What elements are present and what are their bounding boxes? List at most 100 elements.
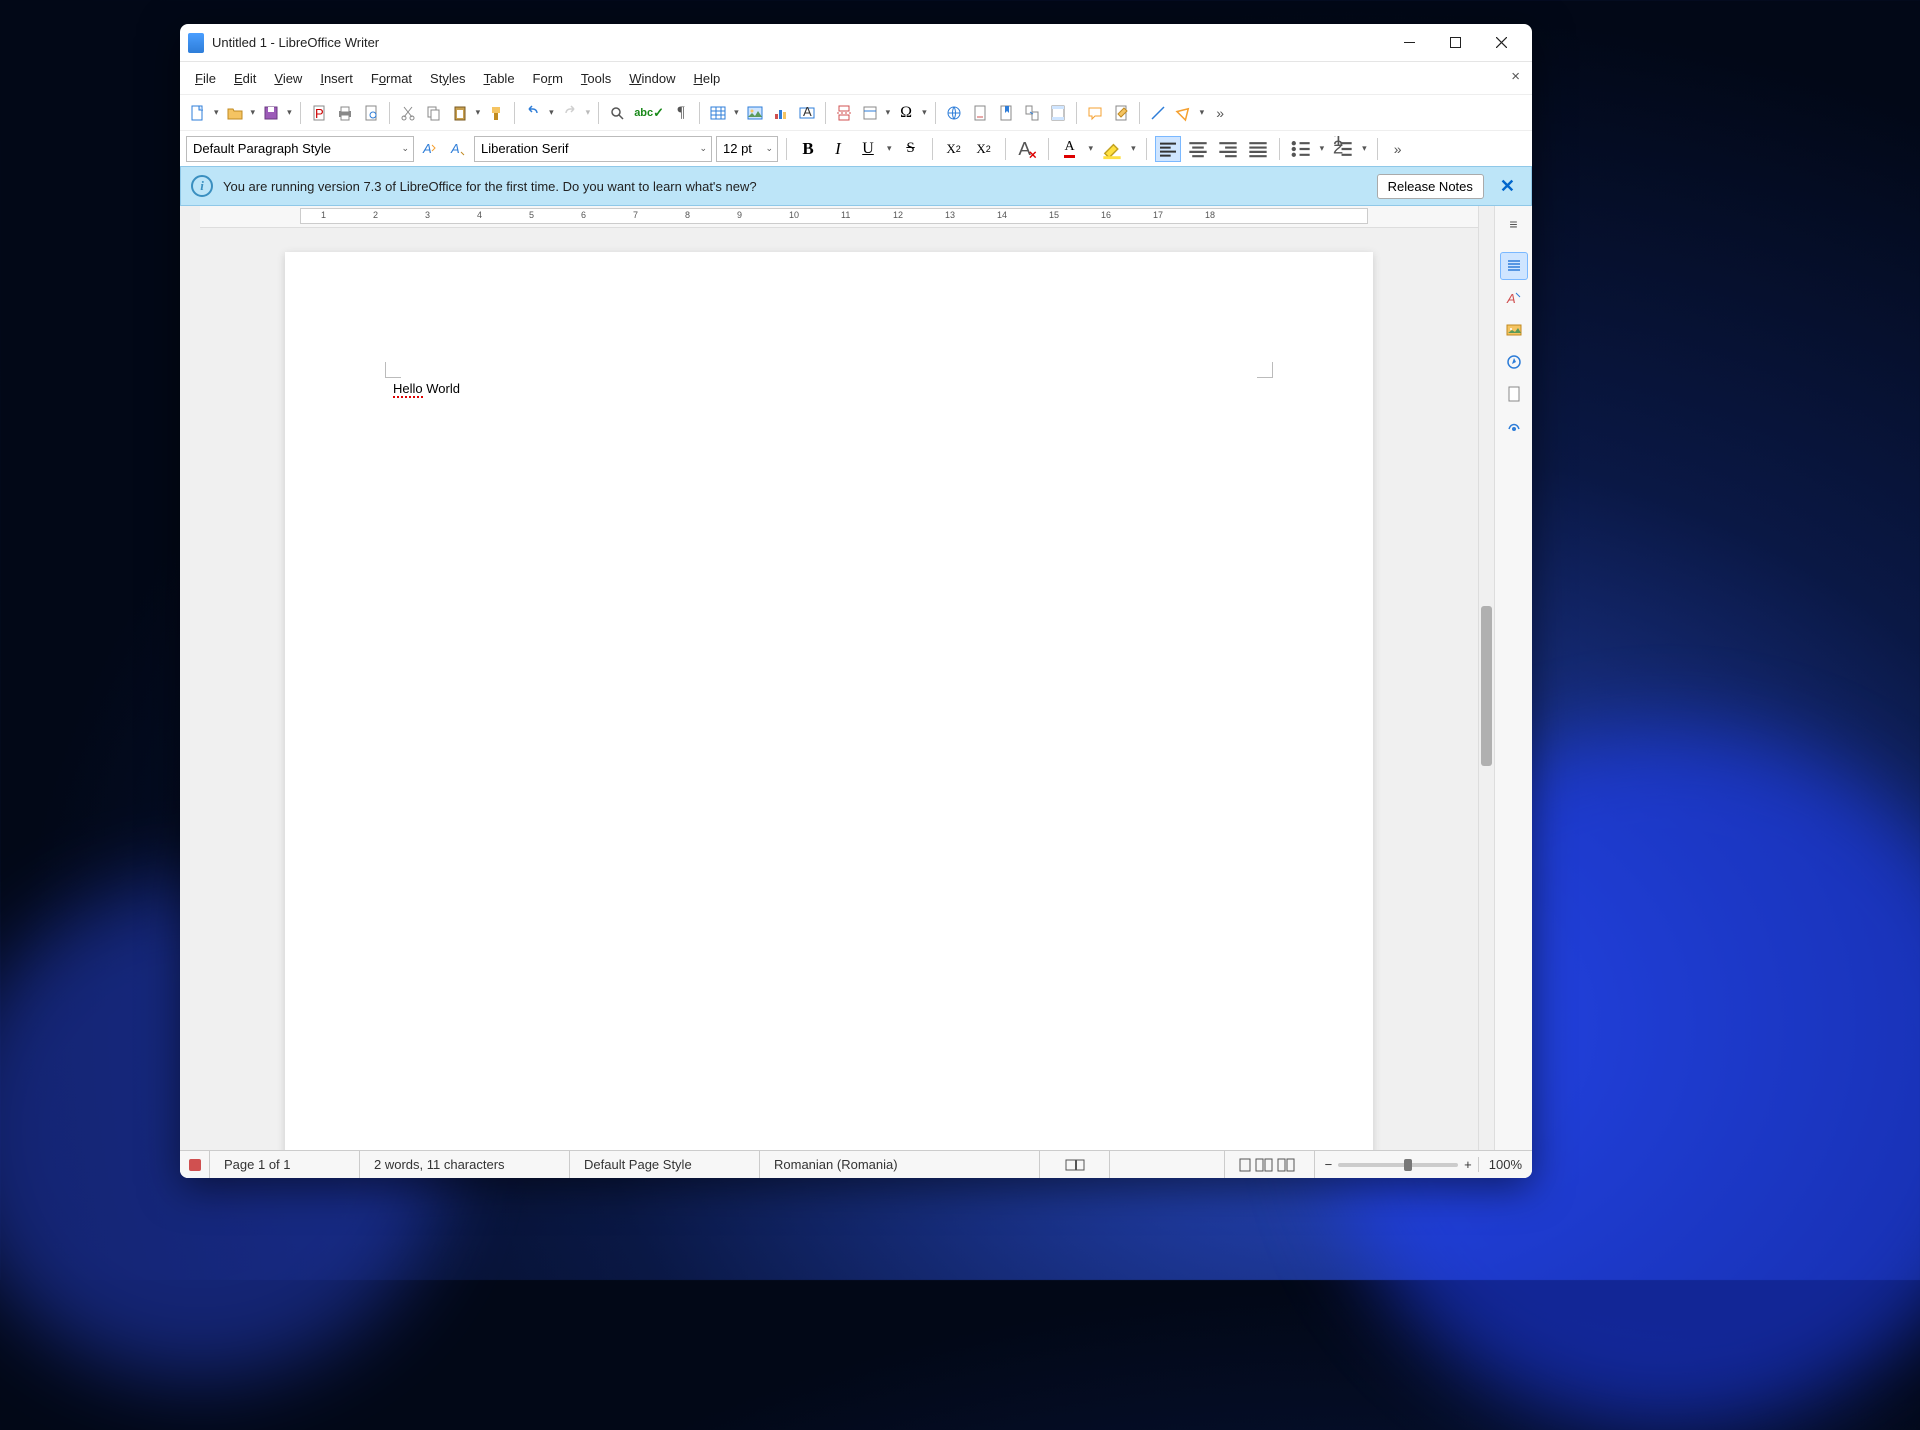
undo-button[interactable] xyxy=(521,100,545,126)
highlight-dropdown[interactable]: ▾ xyxy=(1129,143,1138,154)
insert-mode-status[interactable] xyxy=(1040,1151,1110,1178)
strike-button[interactable]: S xyxy=(898,136,924,162)
shapes-dropdown[interactable]: ▾ xyxy=(1198,107,1207,118)
table-button[interactable] xyxy=(706,100,730,126)
zoom-control[interactable]: − + 100% xyxy=(1315,1157,1532,1172)
menu-file[interactable]: File xyxy=(186,67,225,90)
word-count-status[interactable]: 2 words, 11 characters xyxy=(360,1151,570,1178)
titlebar[interactable]: Untitled 1 - LibreOffice Writer xyxy=(180,24,1532,62)
save-button[interactable] xyxy=(259,100,283,126)
properties-panel-button[interactable] xyxy=(1500,252,1528,280)
menu-format[interactable]: Format xyxy=(362,67,421,90)
table-dropdown[interactable]: ▾ xyxy=(732,107,741,118)
formatting-marks-button[interactable]: ¶ xyxy=(669,100,693,126)
comment-button[interactable] xyxy=(1083,100,1107,126)
align-justify-button[interactable] xyxy=(1245,136,1271,162)
menu-table[interactable]: Table xyxy=(474,67,523,90)
font-color-dropdown[interactable]: ▾ xyxy=(1087,143,1096,154)
zoom-value[interactable]: 100% xyxy=(1478,1157,1522,1172)
maximize-button[interactable] xyxy=(1432,27,1478,59)
number-dropdown[interactable]: ▾ xyxy=(1360,143,1369,154)
font-name-combo[interactable]: Liberation Serif⌄ xyxy=(474,136,712,162)
cross-ref-button[interactable] xyxy=(1020,100,1044,126)
release-notes-button[interactable]: Release Notes xyxy=(1377,174,1484,199)
close-button[interactable] xyxy=(1478,27,1524,59)
page-panel-button[interactable] xyxy=(1500,380,1528,408)
menu-view[interactable]: View xyxy=(265,67,311,90)
view-layout-buttons[interactable] xyxy=(1225,1151,1315,1178)
open-button[interactable] xyxy=(223,100,247,126)
page-style-status[interactable]: Default Page Style xyxy=(570,1151,760,1178)
update-style-button[interactable]: A xyxy=(418,136,442,162)
bullet-list-button[interactable] xyxy=(1288,136,1314,162)
align-left-button[interactable] xyxy=(1155,136,1181,162)
menu-styles[interactable]: Styles xyxy=(421,67,474,90)
redo-button[interactable] xyxy=(558,100,582,126)
number-list-button[interactable]: 12 xyxy=(1330,136,1356,162)
font-color-button[interactable]: A xyxy=(1057,136,1083,162)
paragraph-style-combo[interactable]: Default Paragraph Style⌄ xyxy=(186,136,414,162)
save-status-icon[interactable] xyxy=(180,1151,210,1178)
menu-tools[interactable]: Tools xyxy=(572,67,620,90)
cut-button[interactable] xyxy=(396,100,420,126)
document-text[interactable]: Hello World xyxy=(393,374,460,399)
zoom-out-button[interactable]: − xyxy=(1325,1157,1333,1172)
styles-panel-button[interactable]: A xyxy=(1500,284,1528,312)
menu-window[interactable]: Window xyxy=(620,67,684,90)
navigator-panel-button[interactable] xyxy=(1500,348,1528,376)
sidebar-menu-button[interactable]: ≡ xyxy=(1500,210,1528,238)
copy-button[interactable] xyxy=(422,100,446,126)
subscript-button[interactable]: X2 xyxy=(971,136,997,162)
language-status[interactable]: Romanian (Romania) xyxy=(760,1151,1040,1178)
line-button[interactable] xyxy=(1146,100,1170,126)
image-button[interactable] xyxy=(743,100,767,126)
bullet-dropdown[interactable]: ▾ xyxy=(1318,143,1327,154)
print-button[interactable] xyxy=(333,100,357,126)
notification-close-button[interactable]: ✕ xyxy=(1494,176,1521,197)
hyperlink-button[interactable] xyxy=(942,100,966,126)
chart-button[interactable] xyxy=(769,100,793,126)
underline-dropdown[interactable]: ▾ xyxy=(885,143,894,154)
new-style-button[interactable]: A xyxy=(446,136,470,162)
save-dropdown[interactable]: ▾ xyxy=(285,107,294,118)
footnote-button[interactable] xyxy=(968,100,992,126)
close-document-button[interactable]: × xyxy=(1505,66,1526,87)
document-page[interactable]: Hello World xyxy=(285,252,1373,1150)
zoom-in-button[interactable]: + xyxy=(1464,1157,1472,1172)
new-dropdown[interactable]: ▾ xyxy=(212,107,221,118)
more-toolbar-button[interactable]: » xyxy=(1208,100,1232,126)
field-button[interactable] xyxy=(858,100,882,126)
menu-edit[interactable]: Edit xyxy=(225,67,265,90)
align-right-button[interactable] xyxy=(1215,136,1241,162)
shapes-button[interactable] xyxy=(1172,100,1196,126)
find-button[interactable] xyxy=(605,100,629,126)
print-preview-button[interactable] xyxy=(359,100,383,126)
clear-format-button[interactable]: A xyxy=(1014,136,1040,162)
font-size-combo[interactable]: 12 pt⌄ xyxy=(716,136,778,162)
horizontal-ruler[interactable]: 123456789101112131415161718 xyxy=(200,206,1478,228)
gallery-panel-button[interactable] xyxy=(1500,316,1528,344)
bold-button[interactable]: B xyxy=(795,136,821,162)
track-changes-button[interactable] xyxy=(1109,100,1133,126)
superscript-button[interactable]: X2 xyxy=(941,136,967,162)
bookmark-button[interactable] xyxy=(994,100,1018,126)
italic-button[interactable]: I xyxy=(825,136,851,162)
field-dropdown[interactable]: ▾ xyxy=(884,107,893,118)
page-break-button[interactable] xyxy=(832,100,856,126)
more-format-button[interactable]: » xyxy=(1386,136,1410,162)
spellcheck-button[interactable]: abc✓ xyxy=(631,100,667,126)
page-status[interactable]: Page 1 of 1 xyxy=(210,1151,360,1178)
menu-insert[interactable]: Insert xyxy=(311,67,362,90)
minimize-button[interactable] xyxy=(1386,27,1432,59)
header-footer-button[interactable] xyxy=(1046,100,1070,126)
menu-form[interactable]: Form xyxy=(524,67,572,90)
special-char-button[interactable]: Ω xyxy=(894,100,918,126)
zoom-slider[interactable] xyxy=(1338,1163,1458,1167)
highlight-button[interactable] xyxy=(1099,136,1125,162)
open-dropdown[interactable]: ▾ xyxy=(249,107,258,118)
align-center-button[interactable] xyxy=(1185,136,1211,162)
menu-help[interactable]: Help xyxy=(685,67,730,90)
clone-format-button[interactable] xyxy=(484,100,508,126)
export-pdf-button[interactable]: P xyxy=(307,100,331,126)
vertical-scrollbar[interactable] xyxy=(1478,206,1494,1150)
